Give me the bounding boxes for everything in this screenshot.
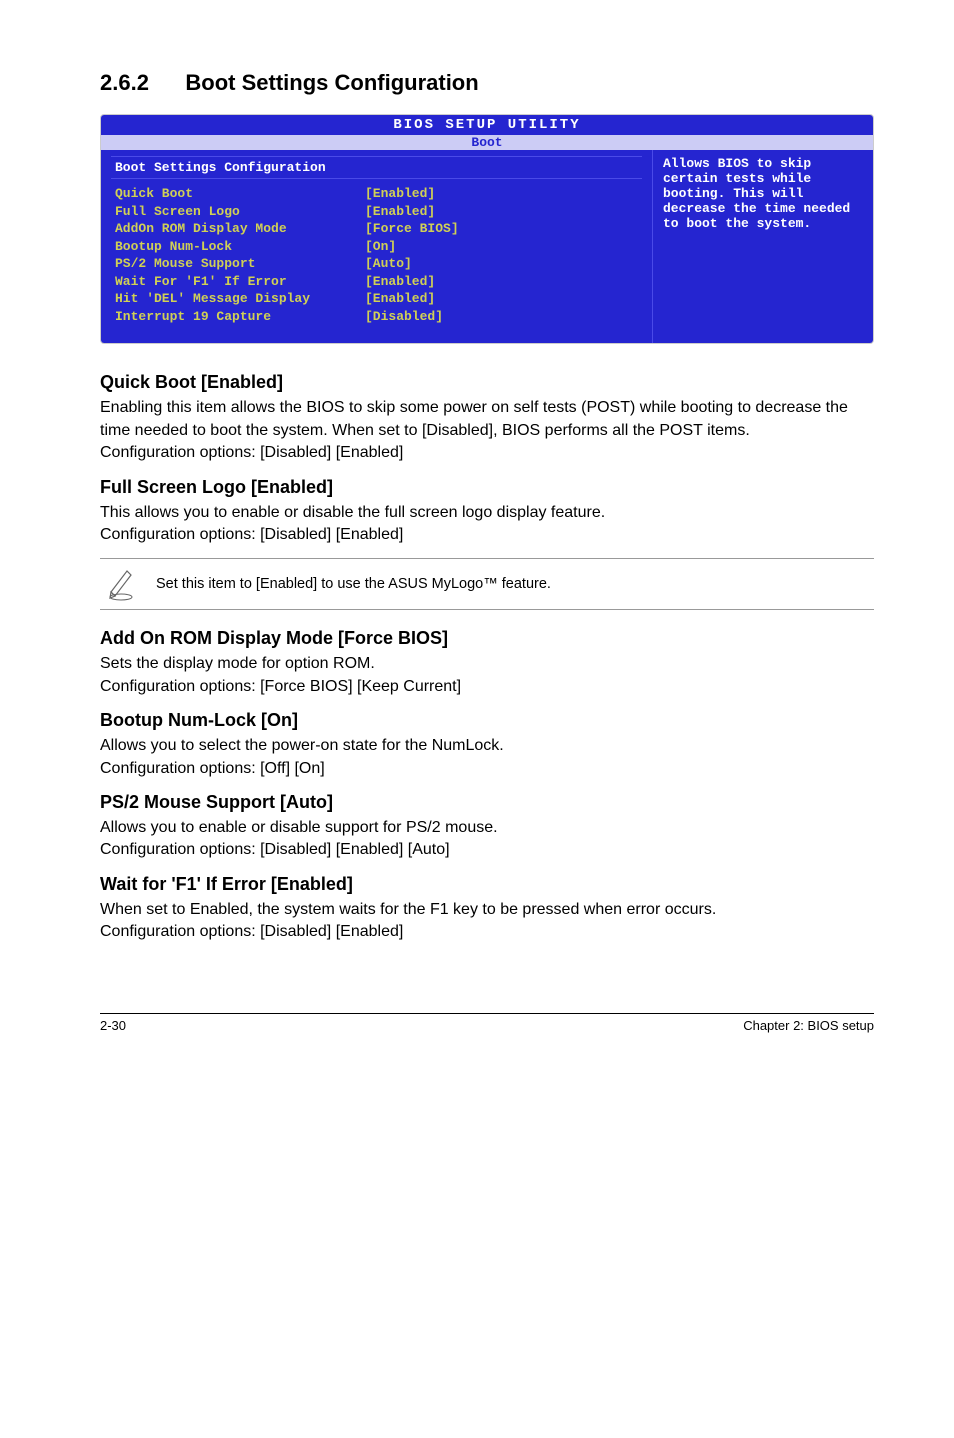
bios-item-label: Bootup Num-Lock bbox=[115, 238, 365, 256]
config-options: Configuration options: [Force BIOS] [Kee… bbox=[100, 678, 461, 695]
body-text: Allows you to enable or disable support … bbox=[100, 819, 498, 836]
bios-item-value: [Auto] bbox=[365, 255, 638, 273]
bios-row: Quick Boot [Enabled] bbox=[111, 185, 642, 203]
subheading-numlock: Bootup Num-Lock [On] bbox=[100, 710, 874, 731]
bios-screenshot: BIOS SETUP UTILITY Boot Boot Settings Co… bbox=[100, 114, 874, 344]
pencil-icon bbox=[104, 567, 138, 601]
bios-item-value: [Enabled] bbox=[365, 203, 638, 221]
bios-item-label: Quick Boot bbox=[115, 185, 365, 203]
subheading-fullscreen: Full Screen Logo [Enabled] bbox=[100, 477, 874, 498]
paragraph: When set to Enabled, the system waits fo… bbox=[100, 899, 874, 944]
bios-row: Interrupt 19 Capture [Disabled] bbox=[111, 308, 642, 326]
subheading-quickboot: Quick Boot [Enabled] bbox=[100, 372, 874, 393]
page-footer: 2-30 Chapter 2: BIOS setup bbox=[100, 1013, 874, 1033]
config-options: Configuration options: [Disabled] [Enabl… bbox=[100, 923, 403, 940]
config-options: Configuration options: [Disabled] [Enabl… bbox=[100, 526, 403, 543]
section-heading: 2.6.2 Boot Settings Configuration bbox=[100, 70, 874, 96]
chapter-label: Chapter 2: BIOS setup bbox=[743, 1018, 874, 1033]
bios-item-value: [Enabled] bbox=[365, 185, 638, 203]
bios-item-value: [Force BIOS] bbox=[365, 220, 638, 238]
bios-row: PS/2 Mouse Support [Auto] bbox=[111, 255, 642, 273]
body-text: This allows you to enable or disable the… bbox=[100, 504, 605, 521]
section-title: Boot Settings Configuration bbox=[185, 70, 478, 95]
bios-row: Hit 'DEL' Message Display [Enabled] bbox=[111, 290, 642, 308]
bios-item-label: Interrupt 19 Capture bbox=[115, 308, 365, 326]
bios-header: BIOS SETUP UTILITY bbox=[101, 115, 873, 135]
bios-item-label: PS/2 Mouse Support bbox=[115, 255, 365, 273]
bios-left-panel: Boot Settings Configuration Quick Boot [… bbox=[101, 150, 653, 343]
subheading-addon: Add On ROM Display Mode [Force BIOS] bbox=[100, 628, 874, 649]
page-number: 2-30 bbox=[100, 1018, 126, 1033]
body-text: Enabling this item allows the BIOS to sk… bbox=[100, 399, 848, 438]
config-options: Configuration options: [Disabled] [Enabl… bbox=[100, 444, 403, 461]
note-box: Set this item to [Enabled] to use the AS… bbox=[100, 558, 874, 610]
config-options: Configuration options: [Off] [On] bbox=[100, 760, 325, 777]
note-text: Set this item to [Enabled] to use the AS… bbox=[156, 576, 551, 592]
paragraph: Sets the display mode for option ROM. Co… bbox=[100, 653, 874, 698]
bios-item-value: [Enabled] bbox=[365, 290, 638, 308]
subheading-ps2: PS/2 Mouse Support [Auto] bbox=[100, 792, 874, 813]
bios-row: Full Screen Logo [Enabled] bbox=[111, 203, 642, 221]
bios-subheader: Boot Settings Configuration bbox=[111, 156, 642, 179]
paragraph: This allows you to enable or disable the… bbox=[100, 502, 874, 547]
bios-item-value: [Enabled] bbox=[365, 273, 638, 291]
bios-item-value: [On] bbox=[365, 238, 638, 256]
config-options: Configuration options: [Disabled] [Enabl… bbox=[100, 841, 450, 858]
body-text: Sets the display mode for option ROM. bbox=[100, 655, 375, 672]
bios-item-value: [Disabled] bbox=[365, 308, 638, 326]
body-text: Allows you to select the power-on state … bbox=[100, 737, 504, 754]
bios-row: AddOn ROM Display Mode [Force BIOS] bbox=[111, 220, 642, 238]
body-text: When set to Enabled, the system waits fo… bbox=[100, 901, 716, 918]
bios-item-label: AddOn ROM Display Mode bbox=[115, 220, 365, 238]
subheading-waitf1: Wait for 'F1' If Error [Enabled] bbox=[100, 874, 874, 895]
paragraph: Enabling this item allows the BIOS to sk… bbox=[100, 397, 874, 464]
bios-row: Bootup Num-Lock [On] bbox=[111, 238, 642, 256]
bios-item-label: Full Screen Logo bbox=[115, 203, 365, 221]
bios-tab: Boot bbox=[101, 135, 873, 150]
section-number: 2.6.2 bbox=[100, 70, 149, 96]
bios-item-label: Hit 'DEL' Message Display bbox=[115, 290, 365, 308]
bios-item-label: Wait For 'F1' If Error bbox=[115, 273, 365, 291]
bios-row: Wait For 'F1' If Error [Enabled] bbox=[111, 273, 642, 291]
paragraph: Allows you to select the power-on state … bbox=[100, 735, 874, 780]
paragraph: Allows you to enable or disable support … bbox=[100, 817, 874, 862]
bios-help-panel: Allows BIOS to skip certain tests while … bbox=[653, 150, 873, 343]
